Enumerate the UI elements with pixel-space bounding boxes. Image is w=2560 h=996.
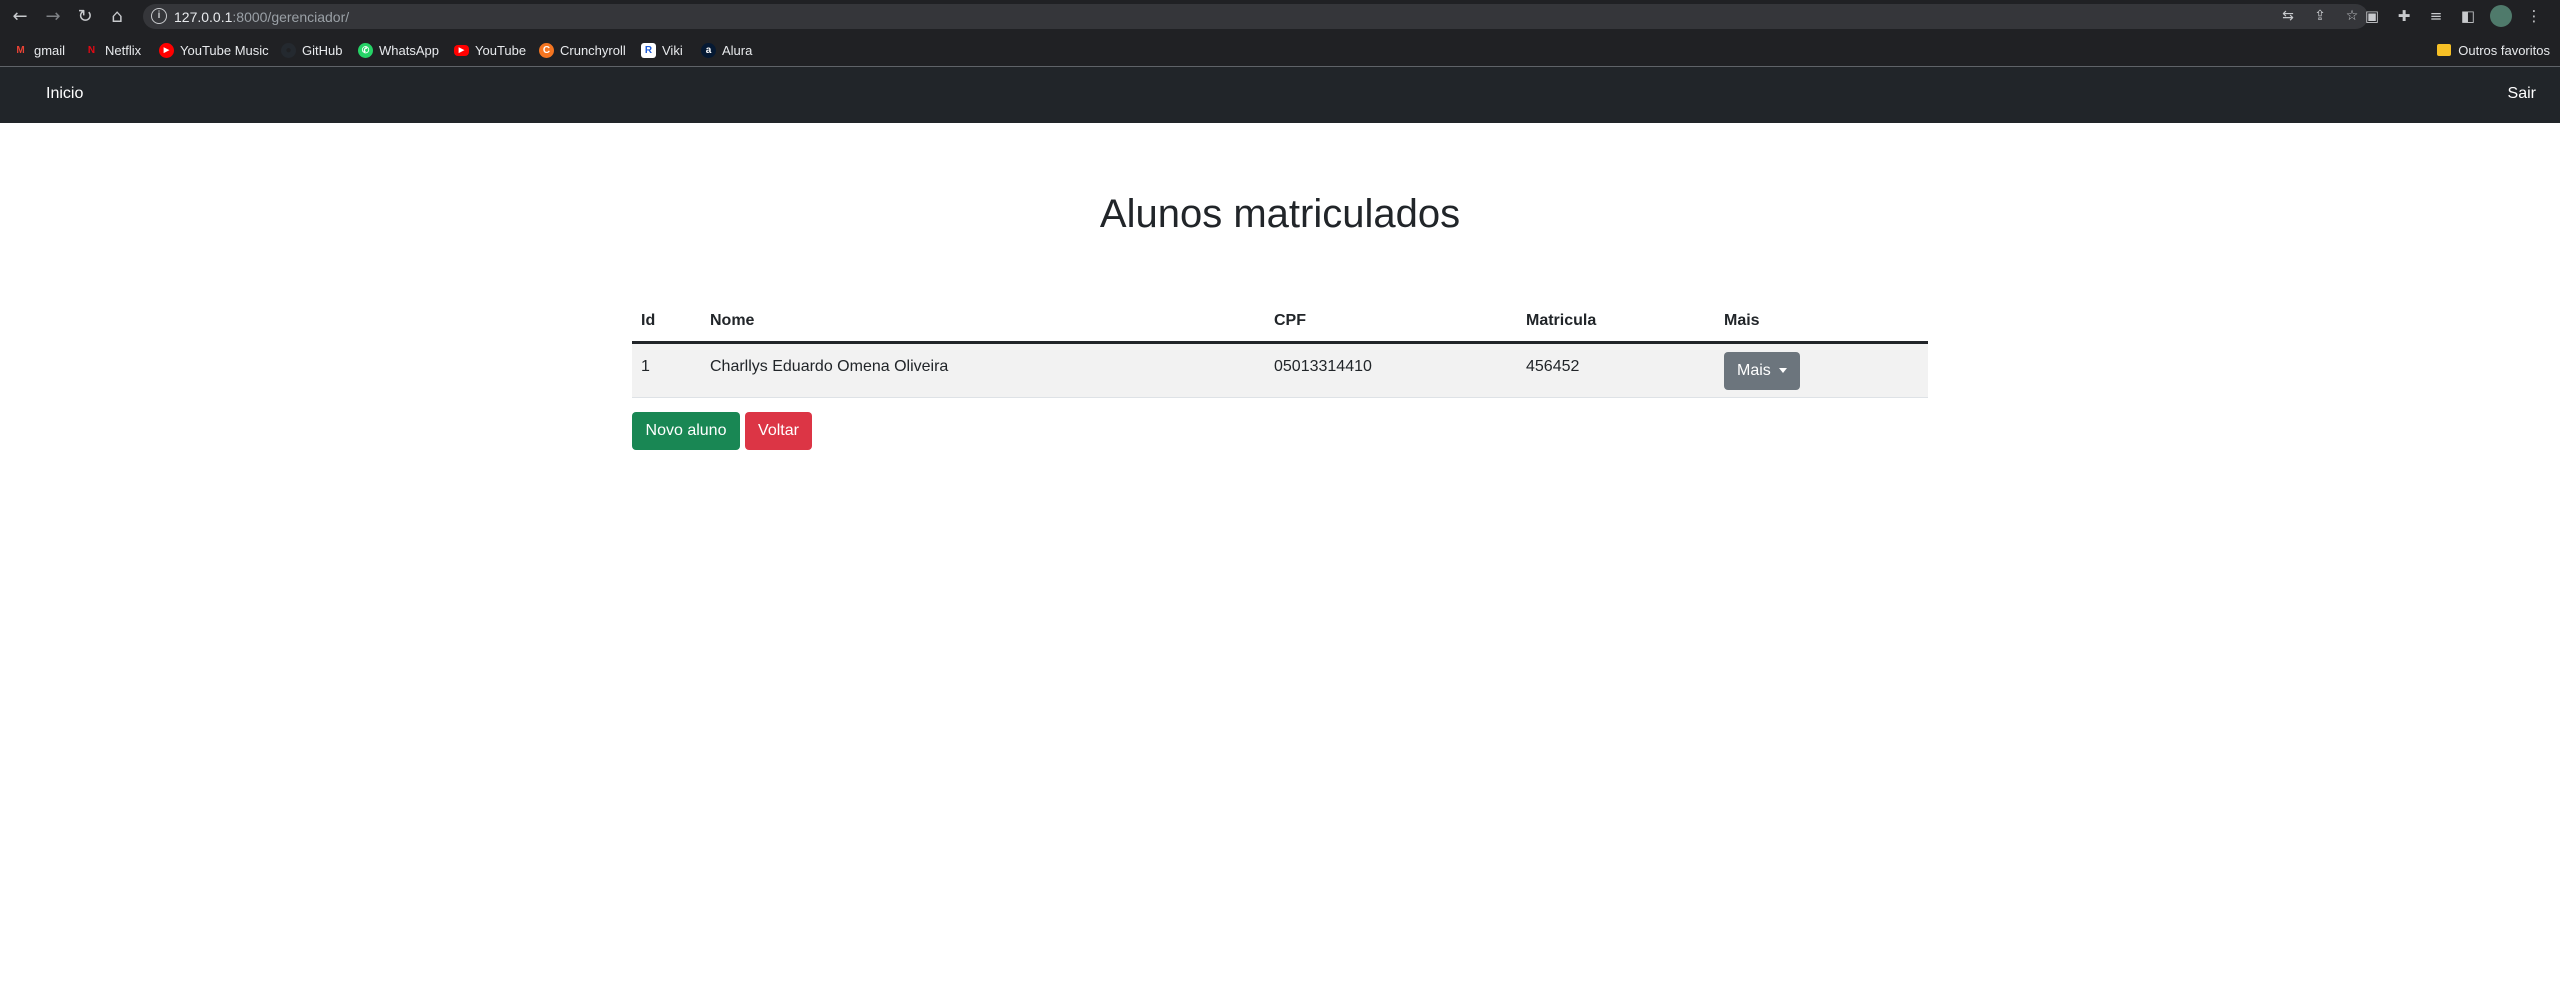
- address-bar[interactable]: i 127.0.0.1:8000/gerenciador/ ⇆ ⇪ ☆: [143, 4, 2368, 29]
- folder-icon: [2437, 44, 2452, 56]
- bookmark-github[interactable]: ● GitHub: [281, 41, 342, 59]
- back-button[interactable]: Voltar: [745, 412, 812, 450]
- page-title: Alunos matriculados: [1099, 192, 1461, 236]
- menu-icon[interactable]: ⋮: [2524, 5, 2544, 27]
- bookmark-whatsapp[interactable]: ✆ WhatsApp: [358, 41, 439, 59]
- bookmark-label: Viki: [662, 42, 683, 58]
- table-header-row: Id Nome CPF Matricula Mais: [632, 300, 1928, 344]
- students-table: Id Nome CPF Matricula Mais 1 Charllys Ed…: [632, 300, 1928, 398]
- bookmark-label: WhatsApp: [379, 42, 439, 58]
- table-row: 1 Charllys Eduardo Omena Oliveira 050133…: [632, 342, 1928, 398]
- forward-icon[interactable]: →: [42, 6, 64, 28]
- youtube-music-icon: ▶: [159, 42, 174, 58]
- nav-home-link[interactable]: Inicio: [46, 85, 83, 103]
- cell-mais: Mais: [1715, 342, 1928, 398]
- column-header-nome: Nome: [701, 300, 1265, 344]
- back-icon[interactable]: ←: [9, 6, 31, 28]
- translate-icon[interactable]: ⇆: [2278, 6, 2298, 26]
- bookmark-alura[interactable]: a Alura: [701, 41, 752, 59]
- puzzle-icon[interactable]: ✚: [2394, 5, 2414, 27]
- cell-nome: Charllys Eduardo Omena Oliveira: [701, 342, 1265, 398]
- bookmark-label: Alura: [722, 42, 753, 58]
- browser-toolbar: ← → ↻ ⌂ i 127.0.0.1:8000/gerenciador/ ⇆ …: [0, 0, 2560, 33]
- cell-id: 1: [632, 342, 701, 398]
- youtube-icon: ▶: [454, 44, 469, 56]
- column-header-mais: Mais: [1715, 300, 1928, 344]
- bookmark-netflix[interactable]: N Netflix: [84, 41, 141, 59]
- share-icon[interactable]: ⇪: [2310, 6, 2330, 26]
- other-bookmarks-folder[interactable]: Outros favoritos: [2437, 41, 2550, 59]
- side-panel-icon[interactable]: ◧: [2458, 5, 2478, 27]
- bookmark-label: YouTube: [475, 42, 527, 58]
- bookmark-label: Netflix: [105, 42, 142, 58]
- gmail-icon: M: [16, 44, 25, 56]
- extension-icon[interactable]: ▣: [2362, 5, 2382, 27]
- other-bookmarks-label: Outros favoritos: [2458, 42, 2550, 58]
- home-icon[interactable]: ⌂: [106, 6, 128, 28]
- crunchyroll-icon: C: [539, 42, 554, 58]
- bookmark-label: YouTube Music: [180, 42, 269, 58]
- bookmark-crunchyroll[interactable]: C Crunchyroll: [539, 41, 626, 59]
- new-student-button[interactable]: Novo aluno: [632, 412, 740, 450]
- bookmarks-bar: M gmail N Netflix ▶ YouTube Music ● GitH…: [0, 33, 2560, 67]
- netflix-icon: N: [87, 44, 96, 56]
- star-icon[interactable]: ☆: [2342, 6, 2362, 26]
- bookmark-youtube[interactable]: ▶ YouTube: [454, 41, 526, 59]
- site-info-icon[interactable]: i: [151, 8, 167, 24]
- bookmark-label: Crunchyroll: [560, 42, 626, 58]
- action-buttons: Novo aluno Voltar: [632, 412, 812, 450]
- column-header-cpf: CPF: [1265, 300, 1517, 344]
- caret-down-icon: [1778, 368, 1787, 373]
- alura-icon: a: [701, 42, 716, 58]
- bookmark-label: gmail: [34, 42, 66, 58]
- reload-icon[interactable]: ↻: [74, 6, 96, 28]
- app-navbar: Inicio Sair: [0, 67, 2560, 123]
- bookmark-label: GitHub: [302, 42, 343, 58]
- github-icon: ●: [281, 42, 296, 58]
- more-dropdown-button[interactable]: Mais: [1724, 351, 1800, 390]
- whatsapp-icon: ✆: [358, 42, 373, 58]
- media-icon[interactable]: ≡: [2426, 5, 2446, 27]
- url-text[interactable]: 127.0.0.1:8000/gerenciador/: [174, 9, 349, 25]
- cell-cpf: 05013314410: [1265, 342, 1517, 398]
- bookmark-gmail[interactable]: M gmail: [13, 41, 65, 59]
- bookmark-viki[interactable]: R Viki: [641, 41, 683, 59]
- column-header-id: Id: [632, 300, 701, 344]
- more-button-label: Mais: [1737, 361, 1771, 379]
- column-header-matricula: Matricula: [1517, 300, 1715, 344]
- cell-matricula: 456452: [1517, 342, 1715, 398]
- profile-avatar[interactable]: [2490, 5, 2512, 27]
- bookmark-youtube-music[interactable]: ▶ YouTube Music: [159, 41, 269, 59]
- nav-logout-link[interactable]: Sair: [2508, 85, 2536, 103]
- viki-icon: R: [641, 42, 656, 58]
